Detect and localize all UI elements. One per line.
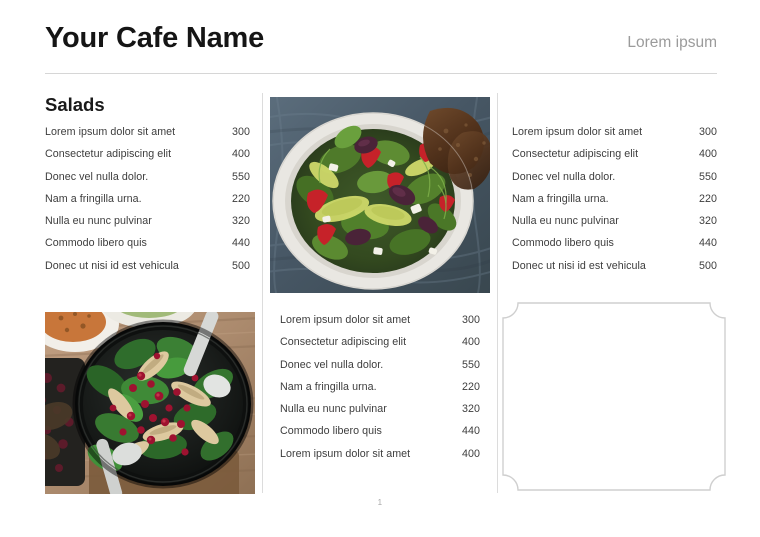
menu-item: Donec vel nulla dolor. 550 <box>280 358 480 371</box>
menu-item-name: Commodo libero quis <box>280 425 382 438</box>
menu-item-price: 220 <box>232 192 250 205</box>
menu-page: Your Cafe Name Lorem ipsum Salads Lorem … <box>0 0 760 537</box>
menu-item: Nam a fringilla urna. 220 <box>512 194 717 205</box>
menu-list-bottom-middle: Lorem ipsum dolor sit amet 300 Consectetur… <box>280 315 480 459</box>
header-divider <box>45 73 717 74</box>
menu-item: Nam a fringilla urna. 220 <box>280 382 480 393</box>
menu-item-name: Consectetur adipiscing elit <box>512 148 639 161</box>
card-notched-border <box>502 302 726 491</box>
column-divider-left <box>262 93 263 493</box>
menu-item-price: 300 <box>462 314 480 326</box>
column-divider-right <box>497 93 498 493</box>
menu-item-price: 320 <box>462 403 480 416</box>
menu-item-name: Lorem ipsum dolor sit amet <box>45 126 176 138</box>
menu-item-name: Lorem ipsum dolor sit amet <box>280 447 411 460</box>
menu-item-price: 400 <box>699 148 717 161</box>
menu-list-top-right: Lorem ipsum dolor sit amet 300 Consectetur… <box>512 127 717 271</box>
menu-item-price: 400 <box>462 447 480 460</box>
menu-item-name: Nam a fringilla urna. <box>512 192 609 205</box>
menu-item-name: Consectetur adipiscing elit <box>280 336 407 349</box>
menu-item-price: 440 <box>699 237 717 250</box>
menu-item-name: Donec vel nulla dolor. <box>45 170 149 183</box>
menu-item: Consectetur adipiscing elit 400 <box>280 337 480 348</box>
menu-item: Consectetur adipiscing elit 400 <box>45 149 250 160</box>
menu-item-name: Nulla eu nunc pulvinar <box>45 215 152 228</box>
menu-item-price: 550 <box>699 170 717 183</box>
menu-item: Commodo libero quis 440 <box>512 238 717 249</box>
menu-item-price: 400 <box>462 336 480 349</box>
menu-item: Nam a fringilla urna. 220 <box>45 194 250 205</box>
header-subtitle: Lorem ipsum <box>627 34 717 51</box>
menu-item-name: Commodo libero quis <box>45 237 147 250</box>
menu-item: Donec ut nisi id est vehicula 500 <box>512 261 717 272</box>
menu-item-name: Donec ut nisi id est vehicula <box>45 259 179 272</box>
page-header: Your Cafe Name Lorem ipsum <box>45 24 717 66</box>
menu-item-price: 550 <box>232 170 250 183</box>
menu-item-price: 220 <box>462 380 480 393</box>
menu-item-name: Commodo libero quis <box>512 237 614 250</box>
menu-item-price: 500 <box>699 259 717 272</box>
menu-item-price: 300 <box>232 126 250 138</box>
menu-item: Nulla eu nunc pulvinar 320 <box>280 404 480 415</box>
menu-item: Nulla eu nunc pulvinar 320 <box>512 216 717 227</box>
menu-item: Commodo libero quis 440 <box>45 238 250 249</box>
menu-item-name: Nulla eu nunc pulvinar <box>512 215 619 228</box>
menu-item: Lorem ipsum dolor sit amet 400 <box>280 449 480 460</box>
menu-item-price: 320 <box>699 215 717 228</box>
menu-item-price: 320 <box>232 215 250 228</box>
menu-list-top-left: Lorem ipsum dolor sit amet 300 Consectetur… <box>45 127 250 271</box>
menu-item-name: Lorem ipsum dolor sit amet <box>280 314 411 326</box>
menu-item: Donec vel nulla dolor. 550 <box>512 170 717 183</box>
menu-item-name: Nam a fringilla urna. <box>45 192 142 205</box>
menu-item-name: Nam a fringilla urna. <box>280 380 377 393</box>
menu-item-name: Consectetur adipiscing elit <box>45 148 172 161</box>
menu-item-price: 550 <box>462 358 480 371</box>
menu-item: Lorem ipsum dolor sit amet 300 <box>45 127 250 138</box>
menu-item: Lorem ipsum dolor sit amet 300 <box>280 315 480 326</box>
page-title: Your Cafe Name <box>45 22 265 54</box>
section-title-salads: Salads <box>45 94 105 115</box>
menu-item-name: Lorem ipsum dolor sit amet <box>512 126 643 138</box>
menu-item: Donec ut nisi id est vehicula 500 <box>45 261 250 272</box>
menu-item-price: 500 <box>232 259 250 272</box>
menu-item-price: 220 <box>699 192 717 205</box>
menu-item: Commodo libero quis 440 <box>280 426 480 437</box>
menu-item-name: Nulla eu nunc pulvinar <box>280 403 387 416</box>
menu-item-price: 300 <box>699 126 717 138</box>
menu-item-price: 400 <box>232 148 250 161</box>
featured-items-card: Lorem ipsum dolor sit amet300Consectetur… <box>502 302 726 491</box>
menu-item: Nulla eu nunc pulvinar 320 <box>45 216 250 227</box>
page-number: 1 <box>377 498 383 507</box>
menu-item-name: Donec ut nisi id est vehicula <box>512 259 646 272</box>
salad-photo-bottom <box>45 312 255 494</box>
menu-item: Lorem ipsum dolor sit amet 300 <box>512 127 717 138</box>
menu-item: Donec vel nulla dolor. 550 <box>45 170 250 183</box>
salad-photo-top <box>270 97 490 293</box>
menu-item-price: 440 <box>462 425 480 438</box>
menu-item-name: Donec vel nulla dolor. <box>512 170 616 183</box>
menu-item-name: Donec vel nulla dolor. <box>280 358 384 371</box>
menu-item-price: 440 <box>232 237 250 250</box>
menu-item: Consectetur adipiscing elit 400 <box>512 149 717 160</box>
